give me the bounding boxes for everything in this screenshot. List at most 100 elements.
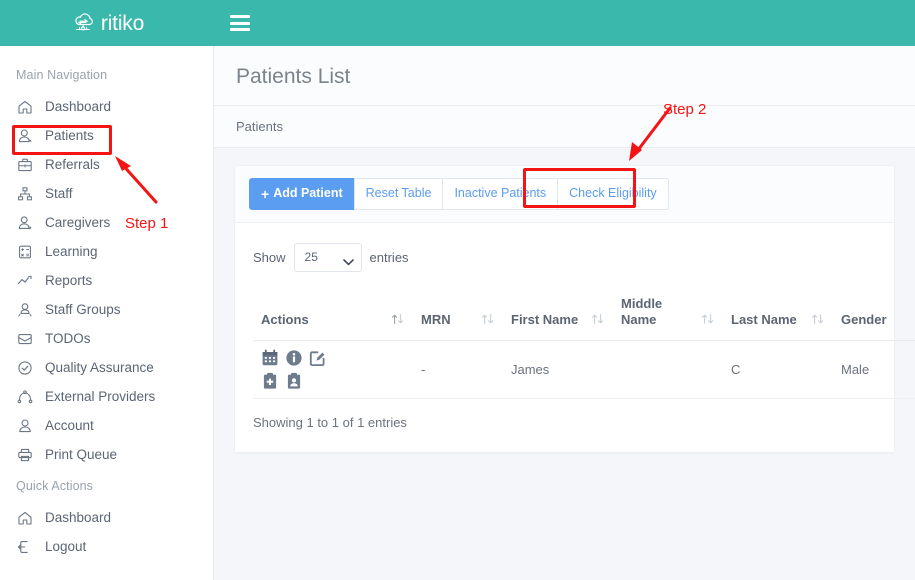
sidebar-item-label: Learning <box>45 245 98 259</box>
sidebar-quick-item-dashboard[interactable]: Dashboard <box>0 503 213 532</box>
reset-table-button[interactable]: Reset Table <box>354 178 444 210</box>
sidebar-item-label: Patients <box>45 129 94 143</box>
top-navbar: ritiko <box>0 0 915 46</box>
main-content: Patients List Patients + Add Patient Res… <box>214 46 915 580</box>
sidebar-item-label: TODOs <box>45 332 91 346</box>
breadcrumb-item-patients[interactable]: Patients <box>236 119 283 134</box>
table-row: - James C Male Unknown <box>253 341 915 399</box>
patients-table: Actions MRN First Name <box>253 290 915 400</box>
sidebar-item-print-queue[interactable]: Print Queue <box>0 440 213 469</box>
sidebar-item-label: Reports <box>45 274 92 288</box>
sort-icon[interactable] <box>701 313 715 328</box>
table-body: - James C Male Unknown <box>253 341 915 399</box>
panel-area: + Add Patient Reset Table Inactive Patie… <box>214 148 915 453</box>
column-header-gender[interactable]: Gender <box>833 290 915 341</box>
cell-gender: Male <box>833 341 915 399</box>
column-header-actions[interactable]: Actions <box>253 290 413 341</box>
toolbar-button-group: + Add Patient Reset Table Inactive Patie… <box>249 178 669 210</box>
sort-icon[interactable] <box>481 313 495 328</box>
id-card-icon[interactable] <box>285 372 303 390</box>
user-nurse-icon <box>16 214 33 231</box>
brand-logo-area[interactable]: ritiko <box>0 0 214 46</box>
column-header-middle-name[interactable]: Middle Name <box>613 290 723 341</box>
column-label: Middle Name <box>621 296 695 329</box>
logout-icon <box>16 538 33 555</box>
breadcrumb: Patients <box>214 106 915 148</box>
patient-user-icon <box>16 127 33 144</box>
column-label: First Name <box>511 312 578 328</box>
sidebar-item-referrals[interactable]: Referrals <box>0 150 213 179</box>
table-head: Actions MRN First Name <box>253 290 915 341</box>
sidebar-item-staff[interactable]: Staff <box>0 179 213 208</box>
app-root: ritiko Main Navigation Dashboard Patient… <box>0 0 915 580</box>
sidebar-item-dashboard[interactable]: Dashboard <box>0 92 213 121</box>
info-circle-icon[interactable] <box>285 349 303 367</box>
page-title: Patients List <box>236 64 893 89</box>
column-label: Gender <box>841 312 887 328</box>
sidebar-item-label: Logout <box>45 540 86 554</box>
cell-last-name[interactable]: C <box>723 341 833 399</box>
table-toolbar: + Add Patient Reset Table Inactive Patie… <box>235 166 894 223</box>
sort-icon[interactable] <box>391 313 405 328</box>
table-header-row: Actions MRN First Name <box>253 290 915 341</box>
sidebar-item-label: Quality Assurance <box>45 361 154 375</box>
home-icon <box>16 98 33 115</box>
datatable-length-control: Show 25 entries <box>253 237 876 276</box>
hamburger-menu-icon[interactable] <box>230 15 250 31</box>
add-patient-label: Add Patient <box>273 186 342 202</box>
calendar-icon[interactable] <box>261 349 279 367</box>
sort-icon[interactable] <box>591 313 605 328</box>
sidebar-item-patients[interactable]: Patients <box>0 121 213 150</box>
briefcase-medical-icon <box>16 156 33 173</box>
chart-line-icon <box>16 272 33 289</box>
sitemap-icon <box>16 185 33 202</box>
users-group-icon <box>16 301 33 318</box>
cloud-network-icon <box>70 8 96 39</box>
sort-icon[interactable] <box>811 313 825 328</box>
column-label: Last Name <box>731 312 797 328</box>
inbox-icon <box>16 330 33 347</box>
network-nodes-icon <box>16 388 33 405</box>
plus-icon: + <box>261 187 269 201</box>
home-icon <box>16 509 33 526</box>
sidebar-item-label: Dashboard <box>45 100 111 114</box>
sidebar-item-quality-assurance[interactable]: Quality Assurance <box>0 353 213 382</box>
sidebar-item-label: Caregivers <box>45 216 110 230</box>
edit-square-icon[interactable] <box>309 349 327 367</box>
sidebar-item-reports[interactable]: Reports <box>0 266 213 295</box>
sidebar-item-caregivers[interactable]: Caregivers <box>0 208 213 237</box>
cell-actions <box>253 341 413 399</box>
cell-middle-name <box>613 341 723 399</box>
user-icon <box>16 417 33 434</box>
inactive-patients-button[interactable]: Inactive Patients <box>442 178 558 210</box>
sidebar-item-todos[interactable]: TODOs <box>0 324 213 353</box>
datatable-wrapper: Show 25 entries <box>235 223 894 453</box>
column-header-mrn[interactable]: MRN <box>413 290 503 341</box>
sidebar-item-label: Referrals <box>45 158 100 172</box>
page-length-select-wrap: 25 <box>294 243 362 272</box>
sidebar-item-staff-groups[interactable]: Staff Groups <box>0 295 213 324</box>
cell-first-name[interactable]: James <box>503 341 613 399</box>
column-label: Actions <box>261 312 309 328</box>
patients-card: + Add Patient Reset Table Inactive Patie… <box>234 165 895 453</box>
check-circle-icon <box>16 359 33 376</box>
sidebar-item-label: Dashboard <box>45 511 111 525</box>
sidebar-item-external-providers[interactable]: External Providers <box>0 382 213 411</box>
cell-mrn: - <box>413 341 503 399</box>
printer-icon <box>16 446 33 463</box>
add-patient-button[interactable]: + Add Patient <box>249 178 355 210</box>
sidebar: Main Navigation Dashboard Patients <box>0 46 214 580</box>
column-header-first-name[interactable]: First Name <box>503 290 613 341</box>
sidebar-item-learning[interactable]: Learning <box>0 237 213 266</box>
page-length-select[interactable]: 25 <box>294 243 362 272</box>
page-header: Patients List <box>214 46 915 106</box>
clipboard-medical-icon[interactable] <box>261 372 279 390</box>
sidebar-heading-quick-actions: Quick Actions <box>0 469 213 503</box>
sidebar-quick-item-logout[interactable]: Logout <box>0 532 213 561</box>
sidebar-item-account[interactable]: Account <box>0 411 213 440</box>
entries-label: entries <box>370 250 409 265</box>
row-action-icons <box>261 349 335 390</box>
sidebar-item-label: External Providers <box>45 390 155 404</box>
check-eligibility-button[interactable]: Check Eligibility <box>557 178 669 210</box>
column-header-last-name[interactable]: Last Name <box>723 290 833 341</box>
